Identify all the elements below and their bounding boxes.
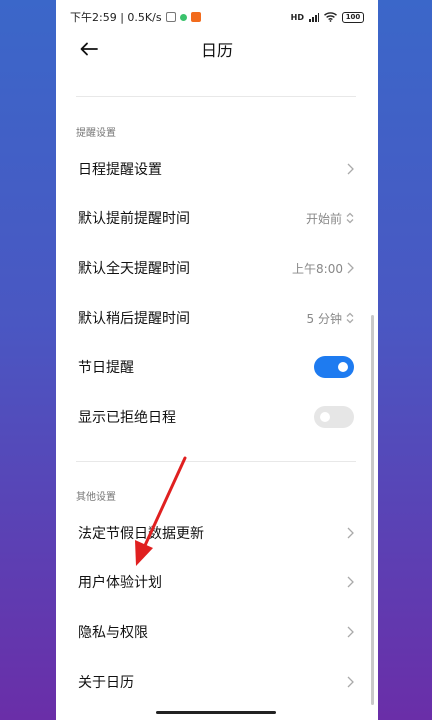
app-notification-icon (165, 12, 176, 22)
green-dot-icon (179, 13, 187, 21)
row-default-advance[interactable]: 默认提前提醒时间 开始前 (56, 195, 378, 241)
battery-icon: 100 (342, 11, 364, 23)
toggle-knob (338, 362, 348, 372)
section-label-reminder: 提醒设置 (76, 128, 116, 139)
divider (76, 96, 356, 97)
row-label: 默认稍后提醒时间 (78, 311, 190, 327)
row-label: 隐私与权限 (78, 625, 148, 641)
section-label-other: 其他设置 (76, 492, 116, 503)
divider (76, 461, 356, 462)
row-privacy[interactable]: 隐私与权限 (56, 609, 378, 655)
chevron-right-icon (347, 527, 354, 539)
row-label: 用户体验计划 (78, 575, 162, 591)
page-title: 日历 (200, 41, 233, 60)
toggle-knob (320, 412, 330, 422)
row-default-allday[interactable]: 默认全天提醒时间 上午8:00 (56, 245, 378, 291)
back-button[interactable] (74, 34, 104, 64)
chevron-right-icon (347, 626, 354, 638)
holiday-reminder-toggle[interactable] (314, 356, 354, 378)
row-value: 开始前 (305, 211, 342, 226)
row-value: 5 分钟 (306, 311, 342, 326)
row-value: 上午8:00 (292, 261, 343, 276)
settings-screen: 下午2:59 | 0.5K/s HD 100 日历 提醒设置 日程提醒设置 默认… (56, 0, 378, 720)
row-about[interactable]: 关于日历 (56, 659, 378, 705)
row-show-declined: 显示已拒绝日程 (56, 394, 378, 440)
row-schedule-reminder[interactable]: 日程提醒设置 (56, 146, 378, 192)
signal-icon: HD (290, 12, 304, 22)
scrollbar[interactable] (371, 315, 374, 705)
row-label: 默认提前提醒时间 (78, 211, 190, 227)
chevron-up-down-icon (346, 212, 354, 224)
status-time: 下午2:59 | 0.5K/s (70, 11, 162, 24)
wifi-icon (324, 12, 337, 22)
row-label: 法定节假日数据更新 (78, 526, 204, 542)
mi-app-icon (190, 12, 201, 22)
chevron-right-icon (347, 676, 354, 688)
chevron-right-icon (347, 262, 354, 274)
row-ux-plan[interactable]: 用户体验计划 (56, 559, 378, 605)
row-label: 节日提醒 (78, 360, 134, 376)
row-label: 默认全天提醒时间 (78, 261, 190, 277)
chevron-right-icon (347, 576, 354, 588)
row-default-snooze[interactable]: 默认稍后提醒时间 5 分钟 (56, 295, 378, 341)
row-holiday-reminder: 节日提醒 (56, 344, 378, 390)
row-label: 显示已拒绝日程 (78, 410, 176, 426)
row-label: 日程提醒设置 (78, 162, 162, 178)
home-indicator[interactable] (156, 711, 276, 714)
show-declined-toggle[interactable] (314, 406, 354, 428)
row-label: 关于日历 (78, 675, 134, 691)
row-holiday-update[interactable]: 法定节假日数据更新 (56, 510, 378, 556)
cell-signal-icon (309, 12, 319, 22)
app-header: 日历 (56, 34, 378, 64)
chevron-right-icon (347, 163, 354, 175)
chevron-up-down-icon (346, 312, 354, 324)
arrow-left-icon (80, 42, 98, 56)
status-bar: 下午2:59 | 0.5K/s HD 100 (56, 0, 378, 34)
